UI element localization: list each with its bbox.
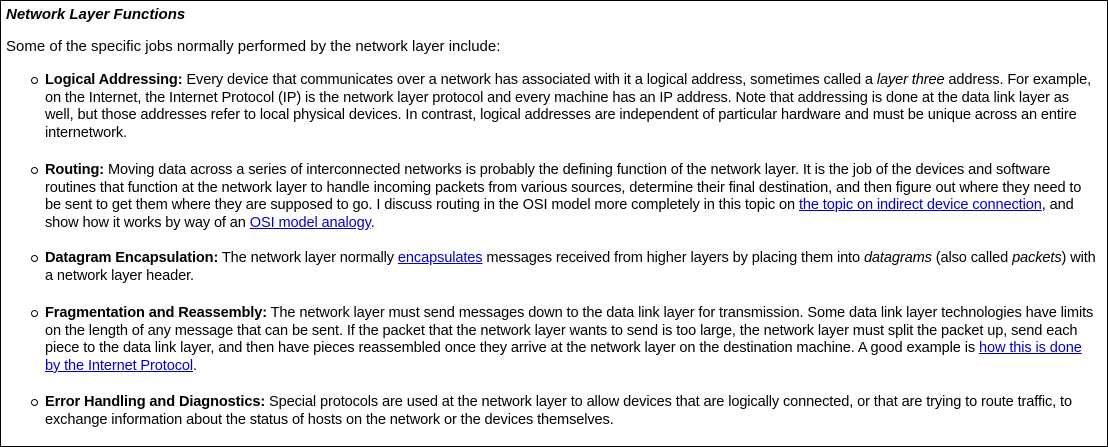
item-title: Error Handling and Diagnostics:: [45, 394, 266, 410]
item-emphasis: datagrams: [863, 250, 932, 266]
list-item-routing: Routing: Moving data across a series of …: [31, 162, 1097, 232]
bullet-circle-icon: [31, 167, 38, 174]
bullet-circle-icon: [31, 255, 38, 262]
list-item-error-handling: Error Handling and Diagnostics: Special …: [31, 394, 1097, 429]
indirect-device-connection-link[interactable]: the topic on indirect device connection: [799, 197, 1042, 213]
list-item-logical-addressing: Logical Addressing: Every device that co…: [31, 72, 1097, 142]
item-emphasis: layer three: [876, 72, 945, 88]
item-title: Routing:: [45, 162, 105, 178]
content-frame: Network Layer Functions Some of the spec…: [0, 0, 1108, 447]
section-heading: Network Layer Functions: [6, 6, 186, 23]
list-item-fragmentation-reassembly: Fragmentation and Reassembly: The networ…: [31, 305, 1097, 375]
intro-paragraph: Some of the specific jobs normally perfo…: [6, 38, 501, 55]
item-title: Fragmentation and Reassembly:: [45, 305, 267, 321]
osi-model-analogy-link[interactable]: OSI model analogy: [250, 215, 371, 231]
item-text: (also called: [931, 250, 1013, 266]
bullet-circle-icon: [31, 77, 38, 84]
encapsulates-link[interactable]: encapsulates: [398, 250, 483, 266]
item-text: The network layer normally: [218, 250, 398, 266]
item-text: .: [370, 214, 375, 231]
bullet-circle-icon: [31, 399, 38, 406]
item-title: Logical Addressing:: [45, 72, 183, 88]
list-item-datagram-encapsulation: Datagram Encapsulation: The network laye…: [31, 250, 1097, 285]
item-text: .: [193, 357, 197, 374]
item-text: Every device that communicates over a ne…: [182, 72, 877, 88]
item-title: Datagram Encapsulation:: [45, 250, 219, 266]
item-emphasis: packets: [1012, 250, 1062, 266]
item-text: messages received from higher layers by …: [482, 250, 864, 266]
bullet-circle-icon: [31, 310, 38, 317]
